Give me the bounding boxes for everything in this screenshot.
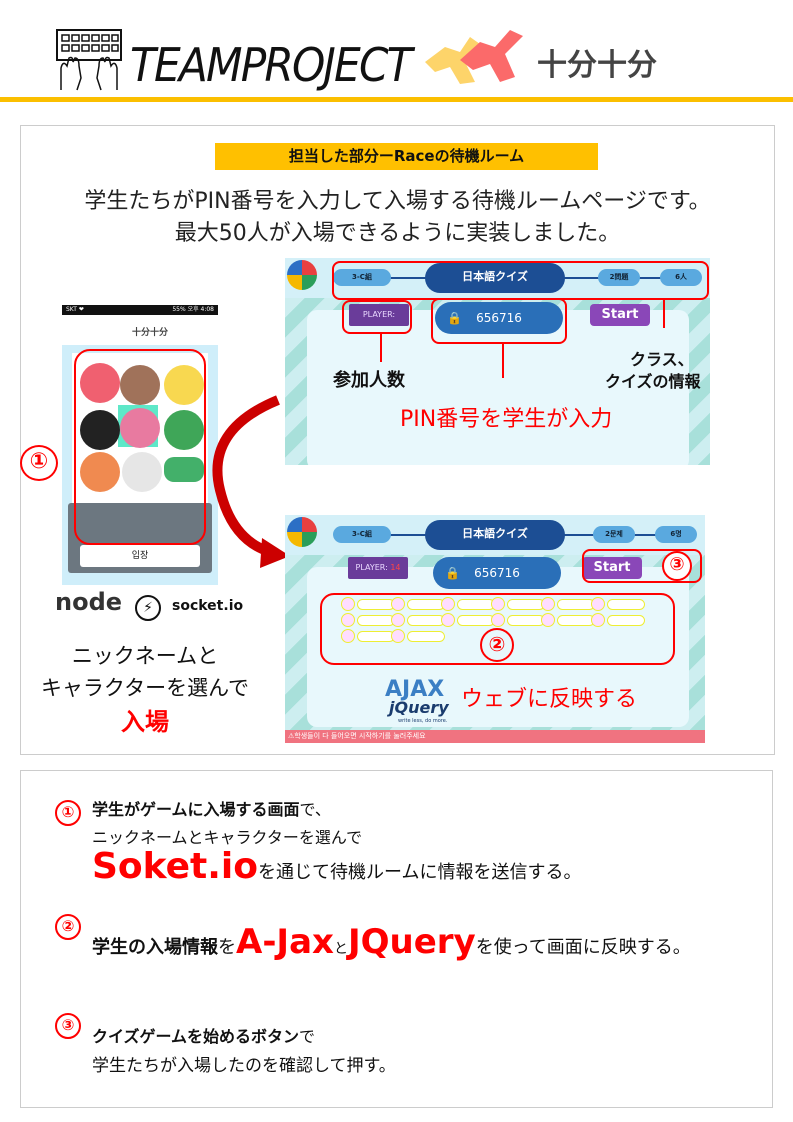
player-label: PLAYER: [355, 563, 388, 572]
point-2-mid: を [218, 937, 236, 958]
marker-2: ② [480, 628, 514, 662]
socketio-logo-icon: ⚡ [135, 595, 161, 621]
status-right: 55% 오후 4:08 [172, 306, 214, 313]
point-1-line2: ニックネームとキャラクターを選んで [92, 828, 363, 847]
pin-display: 🔒 656716 [433, 557, 561, 589]
jquery-logo: jQuery [389, 698, 449, 717]
socketio-label: socket.io [172, 598, 244, 614]
status-left: SKT ❤ [66, 306, 84, 313]
annotation-pin: PIN番号を学生が入力 [400, 407, 613, 432]
phone-screenshot: SKT ❤ 55% 오후 4:08 十分十分 입장 [62, 305, 218, 585]
annotation-class-2: クイズの情報 [605, 372, 701, 391]
header-title: TEAMPROJECT [130, 38, 413, 92]
player-count-value: 14 [390, 563, 401, 572]
player-count: PLAYER: 14 [348, 557, 408, 579]
point-3-line2: 学生たちが入場したのを確認して押す。 [92, 1056, 396, 1076]
annotation-reflect: ウェブに反映する [461, 687, 638, 712]
lock-icon: 🔒 [445, 566, 460, 580]
marker-1: ① [20, 445, 58, 481]
header-divider [0, 97, 793, 102]
point-3-bold: クイズゲームを始めるボタン [92, 1027, 300, 1046]
point-2-and: と [333, 941, 348, 957]
point-2-jquery: JQuery [347, 922, 476, 962]
enter-button[interactable]: 입장 [80, 545, 200, 567]
waiting-room-screenshot-2: 3-C組 日本語クイズ 2문제 6명 PLAYER: 14 🔒 656716 St… [285, 515, 705, 743]
point-3-number: ③ [55, 1013, 81, 1039]
puzzle-logo-icon [287, 260, 317, 290]
waiting-room-screenshot-1: 3-C組 日本語クイズ 2問題 6人 PLAYER: 🔒 656716 Start… [285, 258, 710, 465]
point-1-big: Soket.io [92, 846, 259, 887]
brand-name: 十分十分 [537, 48, 657, 83]
caption-line1: ニックネームと [71, 644, 219, 668]
keyboard-hands-icon [55, 28, 125, 92]
runners-logo [415, 22, 535, 92]
section-heading-line1: 学生たちがPIN番号を入力して入場する待機ルームページです。 [84, 189, 711, 214]
start-button[interactable]: Start [590, 304, 650, 326]
jquery-tagline: write less, do more. [398, 718, 448, 724]
phone-brand: 十分十分 [132, 328, 169, 338]
nodejs-logo: node [55, 588, 123, 616]
caption-line2: キャラクターを選んで [40, 676, 250, 700]
notice-bar: ⚠학생들이 다 들어오면 시작하기를 눌러주세요 [285, 730, 705, 743]
point-2-bold: 学生の入場情報 [92, 937, 218, 958]
point-1-line3: を通じて待機ルームに情報を送信する。 [258, 862, 582, 883]
people-pill: 6명 [655, 526, 697, 543]
quiz-title: 日本語クイズ [425, 520, 565, 550]
point-2-number: ② [55, 914, 81, 940]
questions-pill: 2문제 [593, 526, 635, 543]
class-pill: 3-C組 [333, 526, 391, 543]
annotation-players: 参加人数 [333, 370, 405, 391]
curved-arrow-icon [212, 395, 290, 568]
point-2-rest: を使って画面に反映する。 [475, 937, 691, 958]
marker-3: ③ [662, 551, 692, 581]
caption-line3: 入場 [121, 708, 169, 736]
point-3-rest: で [299, 1027, 316, 1046]
point-1-number: ① [55, 800, 81, 826]
pin-value: 656716 [474, 566, 520, 580]
section-label: 担当した部分ーRaceの待機ルーム [215, 143, 598, 170]
puzzle-logo-icon [287, 517, 317, 547]
section-heading-line2: 最大50人が入場できるように実装しました。 [174, 221, 621, 246]
point-1-bold: 学生がゲームに入場する画面 [92, 800, 300, 819]
point-2-ajax: A-Jax [236, 922, 334, 962]
annotation-class-1: クラス、 [630, 350, 694, 369]
point-1-rest: で、 [299, 800, 331, 819]
